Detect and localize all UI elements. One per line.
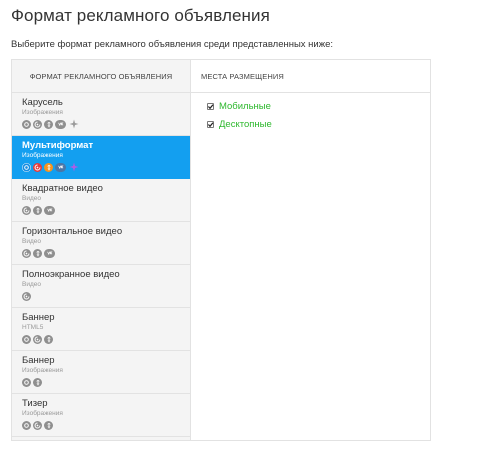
format-item[interactable]: Мультиформат Изображения — [12, 136, 190, 179]
placements-column-header: Места размещения — [191, 60, 430, 93]
ok-icon — [44, 334, 53, 344]
page-title: Формат рекламного объявления — [11, 6, 270, 25]
platform-icons — [22, 205, 190, 215]
format-selection-panel: Формат рекламного объявления Карусель Изо… — [11, 59, 431, 441]
format-subtitle: Изображения — [22, 367, 63, 374]
placement-checkbox[interactable] — [207, 102, 214, 110]
target-icon — [33, 334, 42, 344]
ok-icon — [33, 248, 42, 258]
format-title: Горизонтальное видео — [22, 226, 123, 237]
format-title: Полноэкранное видео — [22, 269, 120, 280]
vk-icon — [44, 248, 55, 258]
mail-icon — [22, 334, 31, 344]
vk-icon — [55, 119, 66, 129]
format-item[interactable]: Баннер HTML5 — [12, 308, 190, 351]
checkmark-icon — [207, 121, 214, 127]
mail-icon — [22, 119, 31, 129]
format-subtitle: Изображения — [22, 152, 63, 159]
placements-column: Места размещения Мобильные Десктопные — [191, 60, 430, 440]
format-item[interactable]: Карусель Изображения — [12, 93, 190, 136]
formats-column: Формат рекламного объявления Карусель Изо… — [12, 60, 191, 440]
mail-icon — [22, 377, 31, 387]
format-subtitle: Изображения — [22, 109, 63, 116]
placement-list: Мобильные Десктопные — [191, 93, 430, 130]
target-icon — [22, 205, 31, 215]
format-title: Баннер — [22, 312, 55, 323]
format-item[interactable]: Квадратное видео Видео — [12, 179, 190, 222]
ok-icon — [44, 162, 53, 172]
vk-icon — [44, 205, 55, 215]
star-icon — [69, 162, 79, 172]
format-subtitle: Изображения — [22, 410, 63, 417]
format-item[interactable]: Баннер Изображения — [12, 351, 190, 394]
target-icon — [22, 291, 31, 301]
placement-option[interactable]: Мобильные — [207, 100, 430, 112]
mail-icon — [22, 162, 31, 172]
format-item[interactable]: Тизер Изображения — [12, 394, 190, 437]
ok-icon — [33, 377, 42, 387]
platform-icons — [22, 334, 190, 344]
format-title: Мультиформат — [22, 140, 94, 151]
format-title: Баннер — [22, 355, 55, 366]
vk-icon — [55, 162, 66, 172]
format-subtitle: Видео — [22, 195, 41, 202]
platform-icons — [22, 420, 190, 430]
star-icon — [69, 119, 79, 129]
placement-label: Мобильные — [219, 100, 271, 112]
placement-option[interactable]: Десктопные — [207, 118, 430, 130]
ok-icon — [33, 205, 42, 215]
checkmark-icon — [207, 103, 214, 109]
platform-icons — [22, 248, 190, 258]
target-icon — [33, 162, 42, 172]
format-title: Тизер — [22, 398, 48, 409]
target-icon — [33, 119, 42, 129]
page-subtitle: Выберите формат рекламного объявления ср… — [11, 39, 334, 50]
platform-icons — [22, 162, 190, 172]
target-icon — [33, 420, 42, 430]
target-icon — [22, 248, 31, 258]
mail-icon — [22, 420, 31, 430]
format-subtitle: Видео — [22, 281, 41, 288]
format-title: Карусель — [22, 97, 63, 108]
formats-column-header: Формат рекламного объявления — [12, 60, 190, 93]
format-list: Карусель Изображения Мультиформат Изображен… — [12, 93, 190, 437]
ok-icon — [44, 420, 53, 430]
format-title: Квадратное видео — [22, 183, 103, 194]
placement-checkbox[interactable] — [207, 120, 214, 128]
placement-label: Десктопные — [219, 118, 272, 130]
format-item[interactable]: Горизонтальное видео Видео — [12, 222, 190, 265]
ok-icon — [44, 119, 53, 129]
format-subtitle: HTML5 — [22, 324, 44, 331]
platform-icons — [22, 291, 190, 301]
platform-icons — [22, 377, 190, 387]
format-item[interactable]: Полноэкранное видео Видео — [12, 265, 190, 308]
format-subtitle: Видео — [22, 238, 41, 245]
platform-icons — [22, 119, 190, 129]
